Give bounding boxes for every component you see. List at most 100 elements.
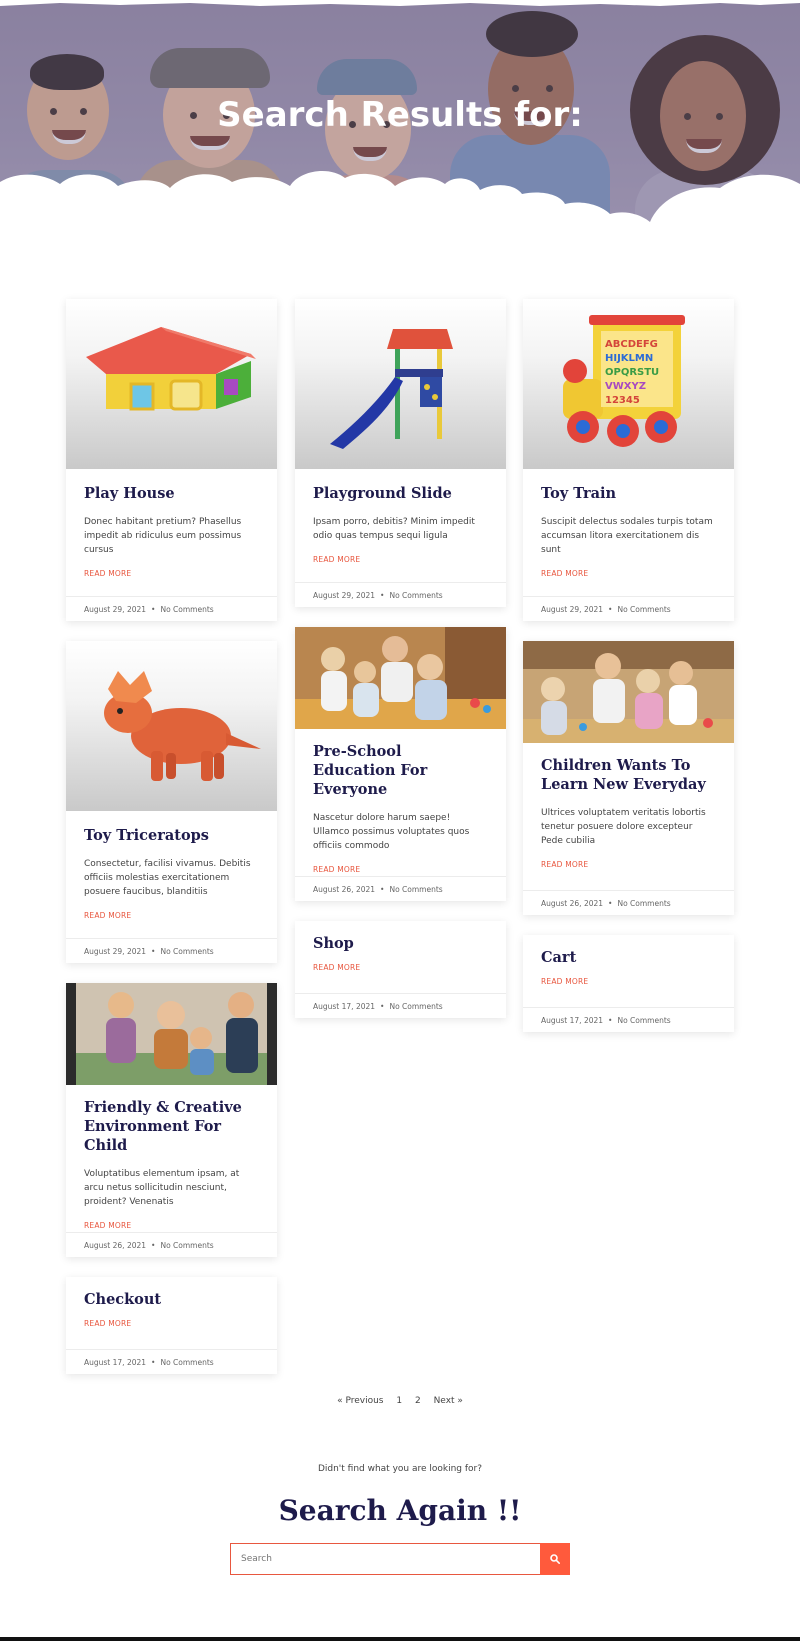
post-card: Toy Triceratops Consectetur, facilisi vi…	[66, 641, 277, 963]
post-meta: August 17, 2021 • No Comments	[523, 1007, 734, 1032]
meta-separator: •	[380, 1002, 385, 1011]
post-excerpt: Ultrices voluptatem veritatis lobortis t…	[541, 808, 706, 846]
post-thumbnail-toy-train[interactable]: ABCDEFG HIJKLMN OPQRSTU VWXYZ 12345	[523, 299, 734, 469]
cloud-divider	[0, 171, 800, 250]
footer-bar	[0, 1637, 800, 1641]
search-input[interactable]	[230, 1543, 540, 1575]
read-more-link[interactable]: READ MORE	[84, 1221, 131, 1230]
meta-separator: •	[151, 1358, 156, 1367]
post-title[interactable]: Playground Slide	[313, 484, 488, 503]
post-comments[interactable]: No Comments	[160, 605, 213, 614]
classroom-photo-image	[295, 627, 506, 729]
post-date[interactable]: August 29, 2021	[84, 947, 146, 956]
search-form	[230, 1543, 570, 1575]
post-date[interactable]: August 26, 2021	[313, 885, 375, 894]
pagination-page-2[interactable]: 2	[415, 1396, 421, 1406]
post-date[interactable]: August 26, 2021	[541, 899, 603, 908]
post-excerpt: Donec habitant pretium? Phasellus impedi…	[84, 517, 242, 555]
read-more-link[interactable]: READ MORE	[313, 865, 360, 874]
post-thumbnail-playground-slide[interactable]	[295, 299, 506, 469]
pagination-next[interactable]: Next »	[434, 1396, 463, 1406]
post-thumbnail-play-house[interactable]	[66, 299, 277, 469]
meta-separator: •	[151, 1241, 156, 1250]
post-title[interactable]: Cart	[541, 935, 716, 967]
meta-separator: •	[608, 605, 613, 614]
post-meta: August 26, 2021 • No Comments	[66, 1232, 277, 1257]
read-more-link[interactable]: READ MORE	[541, 860, 588, 869]
search-icon	[550, 1554, 560, 1564]
pagination-page-1[interactable]: 1	[396, 1396, 402, 1406]
post-card: Playground Slide Ipsam porro, debitis? M…	[295, 299, 506, 607]
post-date[interactable]: August 17, 2021	[541, 1016, 603, 1025]
read-more-link[interactable]: READ MORE	[84, 1319, 131, 1328]
post-date[interactable]: August 29, 2021	[84, 605, 146, 614]
post-meta: August 29, 2021 • No Comments	[295, 582, 506, 607]
read-more-link[interactable]: READ MORE	[84, 911, 131, 920]
torn-edge-top	[0, 0, 800, 6]
post-excerpt: Nascetur dolore harum saepe! Ullamco pos…	[313, 813, 470, 851]
post-comments[interactable]: No Comments	[160, 1241, 213, 1250]
post-excerpt: Voluptatibus elementum ipsam, at arcu ne…	[84, 1169, 240, 1207]
pagination-previous[interactable]: « Previous	[337, 1396, 383, 1406]
post-excerpt: Consectetur, facilisi vivamus. Debitis o…	[84, 859, 251, 897]
post-comments[interactable]: No Comments	[160, 947, 213, 956]
triceratops-image	[104, 671, 261, 781]
meta-separator: •	[608, 899, 613, 908]
meta-separator: •	[608, 1016, 613, 1025]
post-meta: August 29, 2021 • No Comments	[66, 596, 277, 621]
post-comments[interactable]: No Comments	[389, 1002, 442, 1011]
post-meta: August 26, 2021 • No Comments	[523, 890, 734, 915]
post-meta: August 29, 2021 • No Comments	[66, 938, 277, 963]
post-title[interactable]: Friendly & Creative Environment For Chil…	[84, 1098, 259, 1155]
post-thumbnail-pre-school[interactable]	[295, 627, 506, 729]
search-again-heading: Search Again !!	[278, 1494, 522, 1527]
post-date[interactable]: August 29, 2021	[541, 605, 603, 614]
post-comments[interactable]: No Comments	[160, 1358, 213, 1367]
post-comments[interactable]: No Comments	[617, 1016, 670, 1025]
post-date[interactable]: August 17, 2021	[84, 1358, 146, 1367]
post-date[interactable]: August 17, 2021	[313, 1002, 375, 1011]
svg-text:VWXYZ: VWXYZ	[605, 381, 646, 392]
post-title[interactable]: Shop	[313, 921, 488, 953]
post-thumbnail-friendly-creative[interactable]	[66, 983, 277, 1085]
post-card: Checkout READ MORE August 17, 2021 • No Co…	[66, 1277, 277, 1374]
post-thumbnail-toy-triceratops[interactable]	[66, 641, 277, 811]
post-date[interactable]: August 29, 2021	[313, 591, 375, 600]
post-comments[interactable]: No Comments	[617, 899, 670, 908]
pagination: « Previous 1 2 Next »	[0, 1396, 800, 1406]
search-button[interactable]	[540, 1543, 570, 1575]
svg-text:HIJKLMN: HIJKLMN	[605, 353, 653, 364]
post-card: Cart READ MORE August 17, 2021 • No Commen…	[523, 935, 734, 1032]
read-more-link[interactable]: READ MORE	[313, 555, 360, 564]
play-house-image	[86, 327, 256, 411]
svg-text:12345: 12345	[605, 395, 640, 406]
read-more-link[interactable]: READ MORE	[84, 569, 131, 578]
post-date[interactable]: August 26, 2021	[84, 1241, 146, 1250]
post-meta: August 17, 2021 • No Comments	[66, 1349, 277, 1374]
post-card: Friendly & Creative Environment For Chil…	[66, 983, 277, 1257]
post-comments[interactable]: No Comments	[617, 605, 670, 614]
read-more-link[interactable]: READ MORE	[541, 977, 588, 986]
read-more-link[interactable]: READ MORE	[541, 569, 588, 578]
svg-text:ABCDEFG: ABCDEFG	[605, 339, 658, 350]
post-comments[interactable]: No Comments	[389, 885, 442, 894]
post-title[interactable]: Checkout	[84, 1277, 259, 1309]
read-more-link[interactable]: READ MORE	[313, 963, 360, 972]
post-excerpt: Suscipit delectus sodales turpis totam a…	[541, 517, 713, 555]
post-title[interactable]: Toy Train	[541, 484, 716, 503]
playtime-photo-image	[66, 983, 277, 1085]
meta-separator: •	[151, 605, 156, 614]
post-title[interactable]: Children Wants To Learn New Everyday	[541, 756, 716, 794]
post-card: ABCDEFG HIJKLMN OPQRSTU VWXYZ 12345 Toy …	[523, 299, 734, 621]
post-card: Play House Donec habitant pretium? Phase…	[66, 299, 277, 621]
meta-separator: •	[380, 885, 385, 894]
post-thumbnail-children-learn[interactable]	[523, 641, 734, 743]
post-comments[interactable]: No Comments	[389, 591, 442, 600]
not-found-text: Didn't find what you are looking for?	[317, 1464, 483, 1474]
post-title[interactable]: Toy Triceratops	[84, 826, 259, 845]
learning-photo-image	[523, 641, 734, 743]
post-title[interactable]: Pre-School Education For Everyone	[313, 742, 488, 799]
post-excerpt: Ipsam porro, debitis? Minim impedit odio…	[313, 517, 475, 541]
post-title[interactable]: Play House	[84, 484, 259, 503]
page-hero: Search Results for:	[0, 0, 800, 250]
